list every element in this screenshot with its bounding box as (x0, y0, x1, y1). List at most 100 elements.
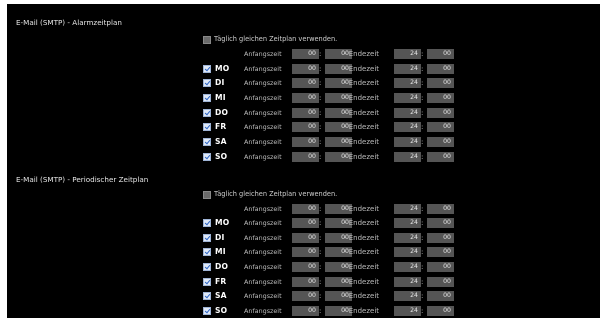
end-hour-field[interactable]: 24 (394, 204, 421, 214)
end-minute-field[interactable]: 00 (427, 137, 454, 147)
day-checkbox-sa[interactable] (203, 138, 211, 146)
end-minute-field[interactable]: 00 (427, 218, 454, 228)
end-hour-field[interactable]: 24 (394, 291, 421, 301)
same-schedule-checkbox[interactable] (203, 36, 211, 44)
end-hour-field[interactable]: 24 (394, 64, 421, 74)
day-row-fr: FR Anfangszeit 00 : 00 - Endezeit 24 : 0… (7, 122, 600, 133)
time-separator: : (319, 109, 322, 117)
end-hour-field[interactable]: 24 (394, 93, 421, 103)
day-label-mi: MI (215, 93, 226, 102)
day-label-sa: SA (215, 137, 227, 146)
end-hour-field[interactable]: 24 (394, 277, 421, 287)
end-minute-field[interactable]: 00 (427, 108, 454, 118)
end-time-label: - Endezeit (344, 278, 380, 286)
start-hour-field[interactable]: 00 (292, 233, 319, 243)
end-minute-field[interactable]: 00 (427, 233, 454, 243)
day-label-mo: MO (215, 218, 230, 227)
day-checkbox-so[interactable] (203, 153, 211, 161)
start-time-label: Anfangszeit (244, 292, 282, 300)
end-hour-field[interactable]: 24 (394, 233, 421, 243)
end-minute-field[interactable]: 00 (427, 306, 454, 316)
same-schedule-checkbox[interactable] (203, 191, 211, 199)
day-label-so: SO (215, 306, 228, 315)
start-time-label: Anfangszeit (244, 109, 282, 117)
day-checkbox-di[interactable] (203, 79, 211, 87)
end-hour-field[interactable]: 24 (394, 306, 421, 316)
end-minute-field[interactable]: 00 (427, 247, 454, 257)
start-hour-field[interactable]: 00 (292, 277, 319, 287)
day-checkbox-mo[interactable] (203, 65, 211, 73)
end-minute-field[interactable]: 00 (427, 49, 454, 59)
time-separator: : (421, 205, 424, 213)
day-checkbox-fr[interactable] (203, 123, 211, 131)
end-hour-field[interactable]: 24 (394, 218, 421, 228)
end-hour-field[interactable]: 24 (394, 152, 421, 162)
day-label-sa: SA (215, 291, 227, 300)
end-hour-field[interactable]: 24 (394, 122, 421, 132)
day-row-mi: MI Anfangszeit 00 : 00 - Endezeit 24 : 0… (7, 93, 600, 104)
start-hour-field[interactable]: 00 (292, 49, 319, 59)
end-hour-field[interactable]: 24 (394, 137, 421, 147)
end-minute-field[interactable]: 00 (427, 78, 454, 88)
start-hour-field[interactable]: 00 (292, 93, 319, 103)
end-minute-field[interactable]: 00 (427, 152, 454, 162)
time-separator: : (319, 248, 322, 256)
start-time-label: Anfangszeit (244, 219, 282, 227)
start-hour-field[interactable]: 00 (292, 137, 319, 147)
end-minute-field[interactable]: 00 (427, 291, 454, 301)
start-hour-field[interactable]: 00 (292, 247, 319, 257)
end-hour-field[interactable]: 24 (394, 108, 421, 118)
end-hour-field[interactable]: 24 (394, 78, 421, 88)
same-schedule-label: Täglich gleichen Zeitplan verwenden. (214, 190, 338, 198)
start-hour-field[interactable]: 00 (292, 306, 319, 316)
time-separator: : (319, 79, 322, 87)
time-separator: : (319, 292, 322, 300)
start-hour-field[interactable]: 00 (292, 152, 319, 162)
same-schedule-row: Täglich gleichen Zeitplan verwenden. (7, 35, 600, 46)
time-separator: : (319, 307, 322, 315)
start-hour-field[interactable]: 00 (292, 204, 319, 214)
day-checkbox-fr[interactable] (203, 278, 211, 286)
start-hour-field[interactable]: 00 (292, 291, 319, 301)
start-hour-field[interactable]: 00 (292, 218, 319, 228)
day-checkbox-mo[interactable] (203, 219, 211, 227)
end-minute-field[interactable]: 00 (427, 204, 454, 214)
time-separator: : (319, 123, 322, 131)
end-hour-field[interactable]: 24 (394, 247, 421, 257)
end-minute-field[interactable]: 00 (427, 122, 454, 132)
start-hour-field[interactable]: 00 (292, 78, 319, 88)
start-time-label: Anfangszeit (244, 278, 282, 286)
end-minute-field[interactable]: 00 (427, 64, 454, 74)
day-checkbox-mi[interactable] (203, 94, 211, 102)
schedule-panel: E-Mail (SMTP) - Alarmzeitplan Täglich gl… (7, 4, 600, 318)
time-separator: : (319, 205, 322, 213)
end-minute-field[interactable]: 00 (427, 93, 454, 103)
day-checkbox-di[interactable] (203, 234, 211, 242)
day-checkbox-do[interactable] (203, 109, 211, 117)
time-separator: : (421, 278, 424, 286)
start-time-label: Anfangszeit (244, 153, 282, 161)
day-row-mo: MO Anfangszeit 00 : 00 - Endezeit 24 : 0… (7, 64, 600, 75)
day-checkbox-sa[interactable] (203, 292, 211, 300)
start-hour-field[interactable]: 00 (292, 122, 319, 132)
start-time-label: Anfangszeit (244, 79, 282, 87)
end-minute-field[interactable]: 00 (427, 277, 454, 287)
day-row-di: DI Anfangszeit 00 : 00 - Endezeit 24 : 0… (7, 78, 600, 89)
time-separator: : (421, 50, 424, 58)
start-time-label: Anfangszeit (244, 94, 282, 102)
start-hour-field[interactable]: 00 (292, 262, 319, 272)
day-checkbox-do[interactable] (203, 263, 211, 271)
end-time-label: - Endezeit (344, 138, 380, 146)
start-hour-field[interactable]: 00 (292, 64, 319, 74)
start-hour-field[interactable]: 00 (292, 108, 319, 118)
end-hour-field[interactable]: 24 (394, 262, 421, 272)
day-checkbox-so[interactable] (203, 307, 211, 315)
start-time-label: Anfangszeit (244, 123, 282, 131)
time-separator: : (319, 263, 322, 271)
end-time-label: - Endezeit (344, 109, 380, 117)
end-hour-field[interactable]: 24 (394, 49, 421, 59)
day-checkbox-mi[interactable] (203, 248, 211, 256)
time-separator: : (319, 278, 322, 286)
end-minute-field[interactable]: 00 (427, 262, 454, 272)
time-separator: : (421, 138, 424, 146)
